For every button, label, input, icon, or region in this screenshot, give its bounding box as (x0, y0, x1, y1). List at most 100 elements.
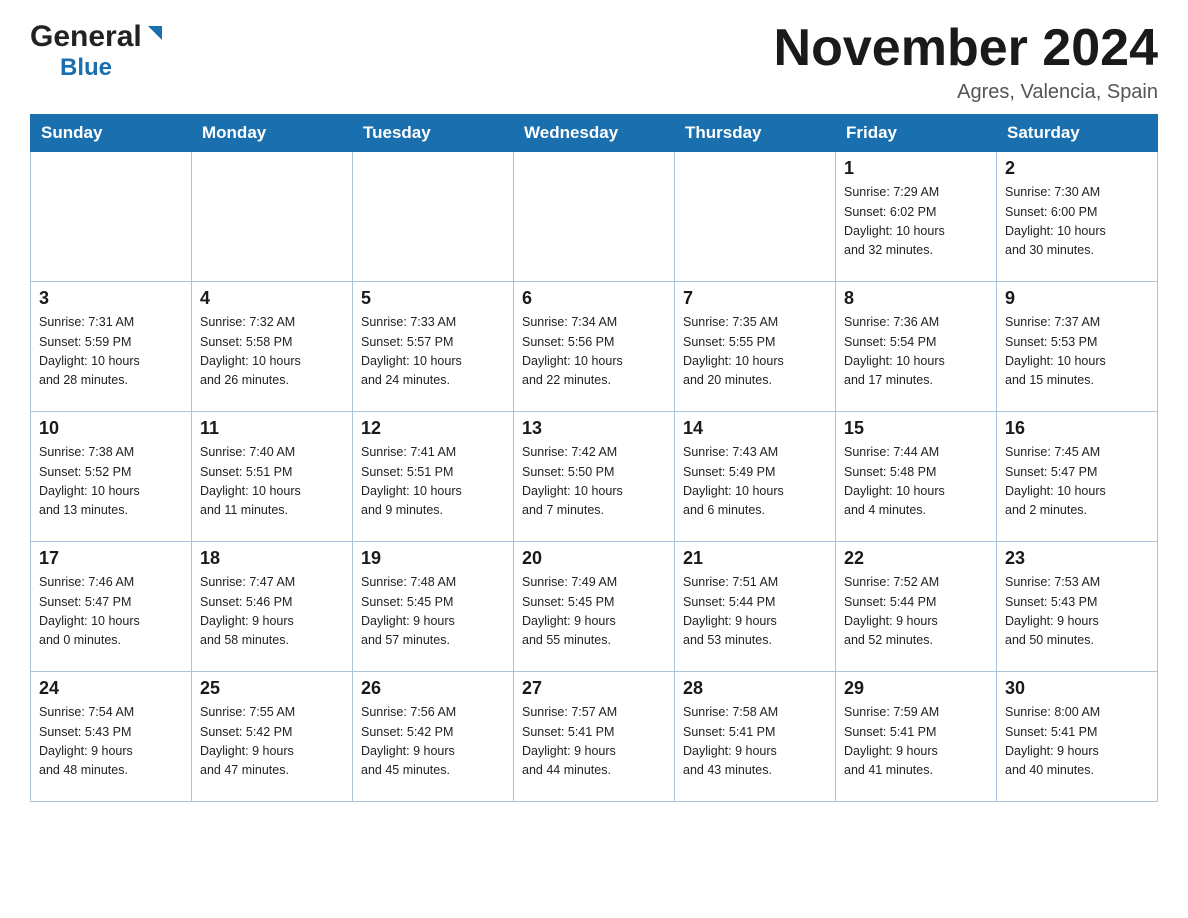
calendar-cell: 30 Sunrise: 8:00 AM Sunset: 5:41 PM Dayli… (997, 672, 1158, 802)
calendar-cell (31, 152, 192, 282)
day-number: 7 (683, 288, 827, 309)
day-info: Sunrise: 7:38 AM Sunset: 5:52 PM Dayligh… (39, 443, 183, 521)
day-number: 16 (1005, 418, 1149, 439)
day-number: 27 (522, 678, 666, 699)
calendar-cell: 8 Sunrise: 7:36 AM Sunset: 5:54 PM Daylig… (836, 282, 997, 412)
page-header: General Blue November 2024 Agres, Valenc… (30, 20, 1158, 104)
day-number: 4 (200, 288, 344, 309)
calendar-cell: 5 Sunrise: 7:33 AM Sunset: 5:57 PM Daylig… (353, 282, 514, 412)
calendar-cell: 26 Sunrise: 7:56 AM Sunset: 5:42 PM Dayli… (353, 672, 514, 802)
header-monday: Monday (192, 115, 353, 152)
day-info: Sunrise: 7:44 AM Sunset: 5:48 PM Dayligh… (844, 443, 988, 521)
calendar-cell: 16 Sunrise: 7:45 AM Sunset: 5:47 PM Dayli… (997, 412, 1158, 542)
calendar-cell: 11 Sunrise: 7:40 AM Sunset: 5:51 PM Dayli… (192, 412, 353, 542)
day-number: 5 (361, 288, 505, 309)
day-number: 9 (1005, 288, 1149, 309)
day-number: 18 (200, 548, 344, 569)
day-info: Sunrise: 7:33 AM Sunset: 5:57 PM Dayligh… (361, 313, 505, 391)
calendar-cell: 25 Sunrise: 7:55 AM Sunset: 5:42 PM Dayli… (192, 672, 353, 802)
calendar-table: Sunday Monday Tuesday Wednesday Thursday… (30, 114, 1158, 802)
calendar-week-row: 24Sunrise: 7:54 AM Sunset: 5:43 PM Dayli… (31, 672, 1158, 802)
calendar-cell: 28 Sunrise: 7:58 AM Sunset: 5:41 PM Dayli… (675, 672, 836, 802)
header-saturday: Saturday (997, 115, 1158, 152)
day-info: Sunrise: 7:35 AM Sunset: 5:55 PM Dayligh… (683, 313, 827, 391)
calendar-week-row: 10 Sunrise: 7:38 AM Sunset: 5:52 PM Dayli… (31, 412, 1158, 542)
day-number: 14 (683, 418, 827, 439)
day-number: 13 (522, 418, 666, 439)
calendar-cell (192, 152, 353, 282)
calendar-cell: 27 Sunrise: 7:57 AM Sunset: 5:41 PM Dayli… (514, 672, 675, 802)
day-info: Sunrise: 7:55 AM Sunset: 5:42 PM Dayligh… (200, 703, 344, 781)
calendar-cell: 21 Sunrise: 7:51 AM Sunset: 5:44 PM Dayli… (675, 542, 836, 672)
day-info: Sunrise: 7:49 AM Sunset: 5:45 PM Dayligh… (522, 573, 666, 651)
day-number: 20 (522, 548, 666, 569)
day-info: Sunrise: 7:29 AM Sunset: 6:02 PM Dayligh… (844, 183, 988, 261)
day-info: Sunrise: 7:30 AM Sunset: 6:00 PM Dayligh… (1005, 183, 1149, 261)
calendar-cell: 9 Sunrise: 7:37 AM Sunset: 5:53 PM Daylig… (997, 282, 1158, 412)
calendar-cell: 1 Sunrise: 7:29 AM Sunset: 6:02 PM Daylig… (836, 152, 997, 282)
header-tuesday: Tuesday (353, 115, 514, 152)
day-info: Sunrise: 7:42 AM Sunset: 5:50 PM Dayligh… (522, 443, 666, 521)
calendar-cell: 2Sunrise: 7:30 AM Sunset: 6:00 PM Daylig… (997, 152, 1158, 282)
weekday-header-row: Sunday Monday Tuesday Wednesday Thursday… (31, 115, 1158, 152)
calendar-cell: 17Sunrise: 7:46 AM Sunset: 5:47 PM Dayli… (31, 542, 192, 672)
day-number: 6 (522, 288, 666, 309)
day-info: Sunrise: 7:40 AM Sunset: 5:51 PM Dayligh… (200, 443, 344, 521)
day-number: 21 (683, 548, 827, 569)
calendar-cell: 20 Sunrise: 7:49 AM Sunset: 5:45 PM Dayli… (514, 542, 675, 672)
calendar-cell: 10 Sunrise: 7:38 AM Sunset: 5:52 PM Dayli… (31, 412, 192, 542)
calendar-cell: 7 Sunrise: 7:35 AM Sunset: 5:55 PM Daylig… (675, 282, 836, 412)
day-info: Sunrise: 7:51 AM Sunset: 5:44 PM Dayligh… (683, 573, 827, 651)
day-info: Sunrise: 7:46 AM Sunset: 5:47 PM Dayligh… (39, 573, 183, 651)
day-number: 1 (844, 158, 988, 179)
day-number: 15 (844, 418, 988, 439)
header-wednesday: Wednesday (514, 115, 675, 152)
title-area: November 2024 Agres, Valencia, Spain (774, 20, 1158, 104)
day-number: 19 (361, 548, 505, 569)
calendar-cell: 4 Sunrise: 7:32 AM Sunset: 5:58 PM Daylig… (192, 282, 353, 412)
logo-blue-text: Blue (60, 54, 112, 82)
day-info: Sunrise: 7:57 AM Sunset: 5:41 PM Dayligh… (522, 703, 666, 781)
location-subtitle: Agres, Valencia, Spain (774, 81, 1158, 104)
day-number: 22 (844, 548, 988, 569)
calendar-week-row: 3Sunrise: 7:31 AM Sunset: 5:59 PM Daylig… (31, 282, 1158, 412)
calendar-cell (353, 152, 514, 282)
day-number: 23 (1005, 548, 1149, 569)
calendar-cell: 13 Sunrise: 7:42 AM Sunset: 5:50 PM Dayli… (514, 412, 675, 542)
logo-arrow-icon (144, 22, 166, 49)
month-title: November 2024 (774, 20, 1158, 77)
day-info: Sunrise: 7:47 AM Sunset: 5:46 PM Dayligh… (200, 573, 344, 651)
day-info: Sunrise: 7:48 AM Sunset: 5:45 PM Dayligh… (361, 573, 505, 651)
day-info: Sunrise: 8:00 AM Sunset: 5:41 PM Dayligh… (1005, 703, 1149, 781)
day-info: Sunrise: 7:52 AM Sunset: 5:44 PM Dayligh… (844, 573, 988, 651)
logo: General Blue (30, 20, 166, 82)
day-info: Sunrise: 7:34 AM Sunset: 5:56 PM Dayligh… (522, 313, 666, 391)
day-number: 26 (361, 678, 505, 699)
day-number: 11 (200, 418, 344, 439)
logo-general-text: General (30, 20, 142, 54)
day-number: 8 (844, 288, 988, 309)
calendar-cell: 24Sunrise: 7:54 AM Sunset: 5:43 PM Dayli… (31, 672, 192, 802)
day-number: 25 (200, 678, 344, 699)
day-info: Sunrise: 7:32 AM Sunset: 5:58 PM Dayligh… (200, 313, 344, 391)
day-info: Sunrise: 7:58 AM Sunset: 5:41 PM Dayligh… (683, 703, 827, 781)
calendar-cell (675, 152, 836, 282)
calendar-week-row: 1 Sunrise: 7:29 AM Sunset: 6:02 PM Daylig… (31, 152, 1158, 282)
day-info: Sunrise: 7:37 AM Sunset: 5:53 PM Dayligh… (1005, 313, 1149, 391)
day-info: Sunrise: 7:36 AM Sunset: 5:54 PM Dayligh… (844, 313, 988, 391)
day-number: 28 (683, 678, 827, 699)
day-info: Sunrise: 7:45 AM Sunset: 5:47 PM Dayligh… (1005, 443, 1149, 521)
day-info: Sunrise: 7:59 AM Sunset: 5:41 PM Dayligh… (844, 703, 988, 781)
header-sunday: Sunday (31, 115, 192, 152)
calendar-cell: 14 Sunrise: 7:43 AM Sunset: 5:49 PM Dayli… (675, 412, 836, 542)
day-info: Sunrise: 7:56 AM Sunset: 5:42 PM Dayligh… (361, 703, 505, 781)
calendar-cell: 15 Sunrise: 7:44 AM Sunset: 5:48 PM Dayli… (836, 412, 997, 542)
day-number: 24 (39, 678, 183, 699)
calendar-cell: 23 Sunrise: 7:53 AM Sunset: 5:43 PM Dayli… (997, 542, 1158, 672)
day-info: Sunrise: 7:43 AM Sunset: 5:49 PM Dayligh… (683, 443, 827, 521)
day-info: Sunrise: 7:53 AM Sunset: 5:43 PM Dayligh… (1005, 573, 1149, 651)
day-number: 30 (1005, 678, 1149, 699)
calendar-cell: 22 Sunrise: 7:52 AM Sunset: 5:44 PM Dayli… (836, 542, 997, 672)
header-friday: Friday (836, 115, 997, 152)
day-number: 10 (39, 418, 183, 439)
